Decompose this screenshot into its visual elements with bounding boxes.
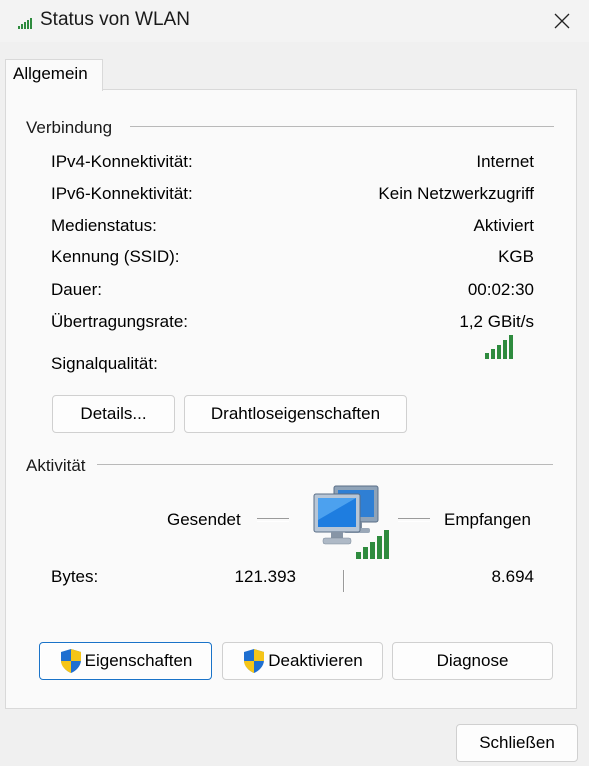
properties-button[interactable]: Eigenschaften [39, 642, 212, 680]
ipv4-label: IPv4-Konnektivität: [51, 152, 193, 171]
bytes-received-value: 8.694 [491, 567, 534, 586]
diagnose-button[interactable]: Diagnose [392, 642, 553, 680]
tab-general[interactable]: Allgemein [5, 59, 103, 91]
details-button[interactable]: Details... [52, 395, 175, 433]
disable-button-label: Deaktivieren [268, 651, 363, 670]
sent-label: Gesendet [167, 510, 241, 529]
bytes-sent-value: 121.393 [234, 567, 296, 586]
received-line [398, 518, 430, 522]
connection-group-title: Verbindung [26, 118, 113, 137]
tab-general-label: Allgemein [13, 64, 88, 83]
media-status-value: Aktiviert [473, 216, 534, 235]
network-computers-icon [313, 485, 389, 559]
sent-line [257, 518, 289, 522]
close-icon [554, 13, 570, 29]
connection-group-divider [130, 126, 554, 127]
ipv6-value: Kein Netzwerkzugriff [378, 184, 534, 203]
close-button[interactable]: Schließen [456, 724, 578, 762]
activity-group-title: Aktivität [26, 456, 86, 475]
received-label: Empfangen [444, 510, 531, 529]
ssid-value: KGB [498, 247, 534, 266]
ipv4-value: Internet [476, 152, 534, 171]
signal-quality-label: Signalqualität: [51, 354, 158, 373]
ipv6-label: IPv6-Konnektivität: [51, 184, 193, 203]
speed-value: 1,2 GBit/s [459, 312, 534, 331]
ssid-label: Kennung (SSID): [51, 247, 180, 266]
wifi-signal-icon [18, 18, 32, 29]
properties-button-label: Eigenschaften [84, 651, 193, 670]
wireless-properties-button[interactable]: Drahtloseigenschaften [184, 395, 407, 433]
duration-value: 00:02:30 [467, 280, 534, 299]
duration-label: Dauer: [51, 280, 103, 299]
media-status-label: Medienstatus: [51, 216, 157, 235]
title-bar: Status von WLAN [0, 0, 589, 42]
close-window-button[interactable] [543, 4, 581, 38]
speed-label: Übertragungsrate: [51, 312, 189, 331]
bytes-label: Bytes: [51, 567, 99, 586]
uac-shield-icon [244, 649, 265, 673]
bytes-divider [343, 570, 345, 592]
disable-button[interactable]: Deaktivieren [222, 642, 383, 680]
uac-shield-icon [60, 649, 81, 673]
activity-group-divider [97, 464, 553, 465]
window-title: Status von WLAN [40, 9, 190, 30]
signal-bars-icon [485, 335, 513, 359]
